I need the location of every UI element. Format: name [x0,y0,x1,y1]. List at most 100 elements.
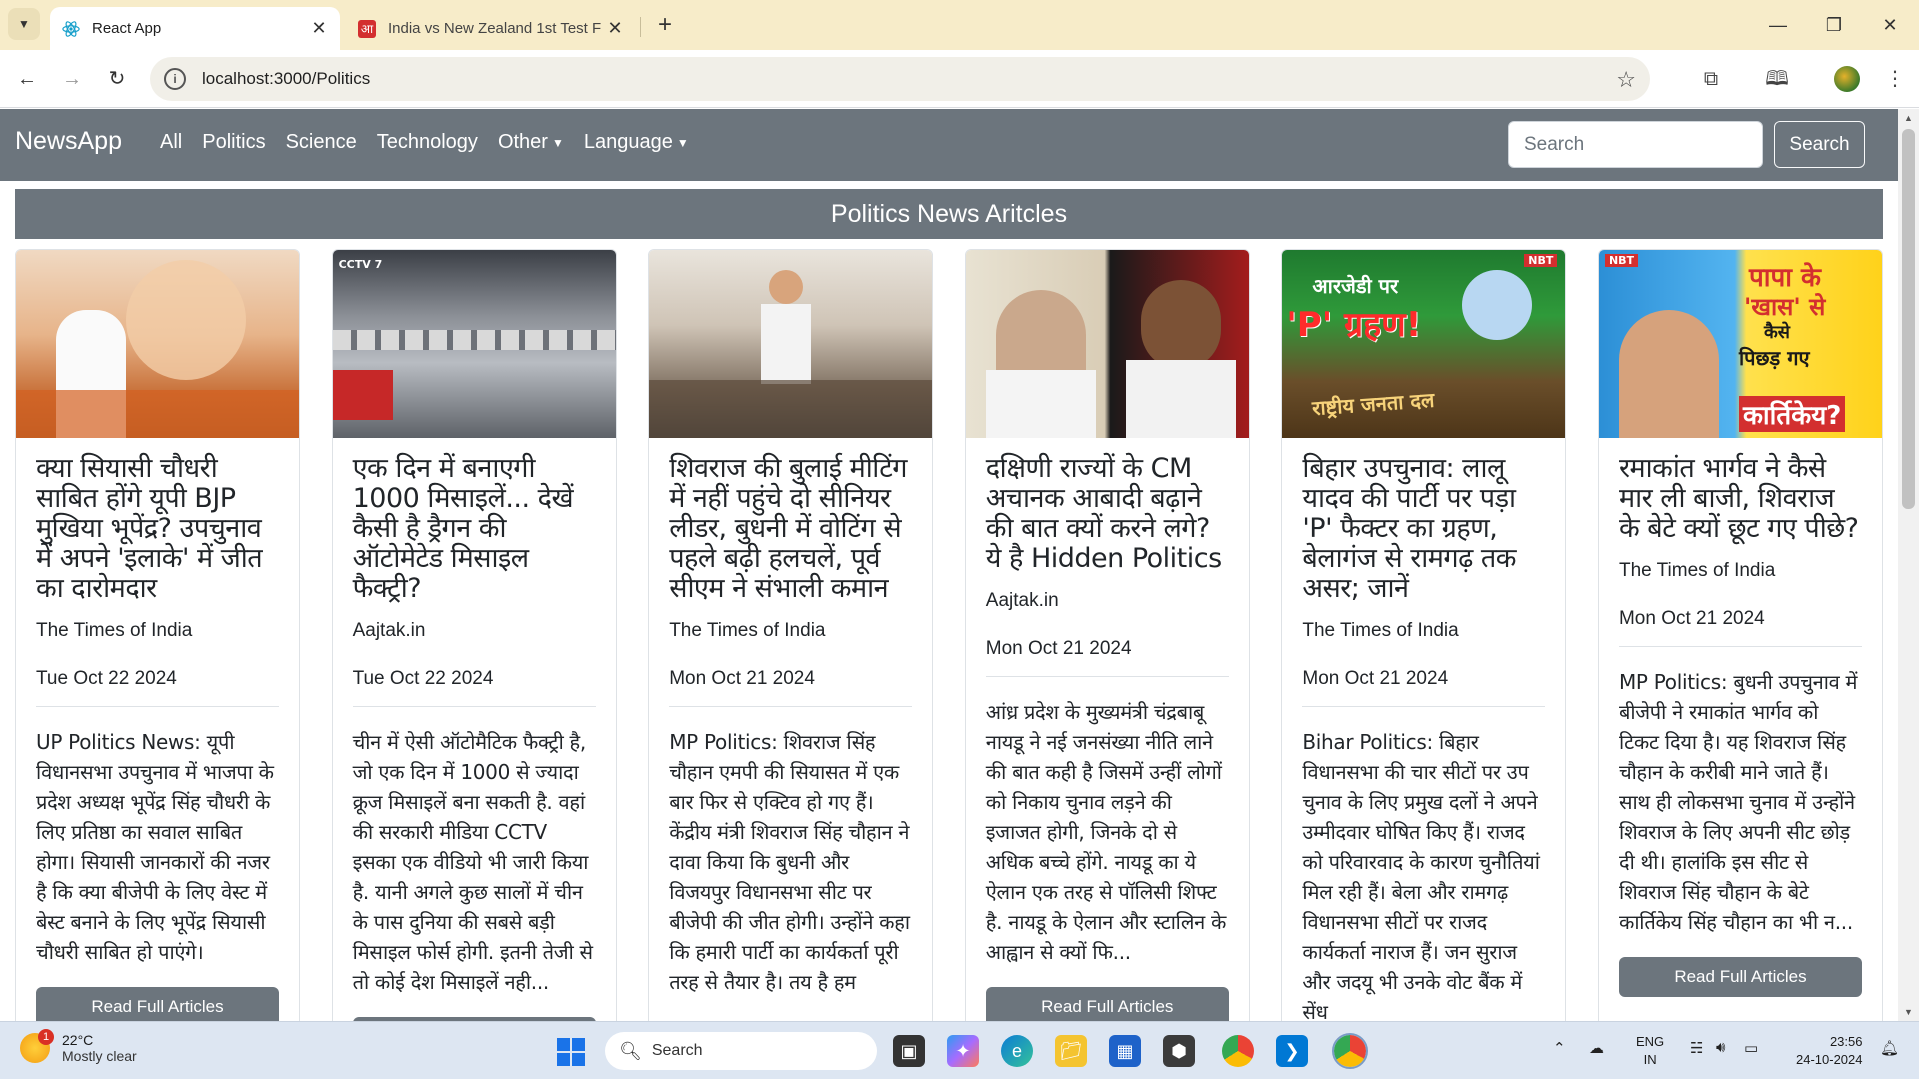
read-full-article-button[interactable]: Read Full Articles [36,987,279,1021]
chevron-up-icon[interactable]: ⌃ [1553,1039,1566,1057]
nav-dropdown-other[interactable]: Other ▼ [488,131,574,154]
app-icon[interactable]: ⬢ [1163,1035,1195,1067]
scroll-down-arrow-icon[interactable]: ▼ [1902,1007,1915,1017]
nav-dropdown-language[interactable]: Language ▼ [574,131,699,154]
search-icon: 🔍︎ [619,1040,642,1061]
image-caption: 'खास' से [1743,293,1826,321]
image-caption: पिछड़ गए [1738,346,1810,370]
close-window-button[interactable]: ✕ [1862,0,1918,50]
tab-cricket-article[interactable]: आ India vs New Zealand 1st Test F ✕ [346,7,636,50]
language-indicator[interactable]: ENG IN [1636,1033,1664,1069]
minimize-button[interactable]: — [1750,0,1806,50]
dropdown-label: Language [583,131,673,153]
new-tab-button[interactable]: + [650,10,680,40]
article-source: The Times of India [669,620,826,641]
read-full-article-button[interactable]: Read Full Articles [985,987,1229,1021]
weather-widget[interactable]: 1 22°C Mostly clear [20,1029,137,1064]
article-title: शिवराज की बुलाई मीटिंग में नहीं पहुंचे द… [669,453,908,604]
weather-sun-icon: 1 [20,1029,54,1063]
clock-date: 24-10-2024 [1796,1052,1863,1067]
language-code: ENG [1636,1034,1665,1049]
article-image[interactable]: NBT पापा के 'खास' से कैसे पिछड़ गए कार्त… [1598,250,1882,438]
windows-start-icon[interactable] [557,1038,585,1066]
article-date: Mon Oct 21 2024 [985,638,1229,677]
article-title: रमाकांत भार्गव ने कैसे मार ली बाजी, शिवर… [1618,453,1859,544]
scroll-up-arrow-icon[interactable]: ▲ [1902,113,1915,123]
card-body: क्या सियासी चौधरी साबित होंगे यूपी BJP म… [16,438,299,1021]
article-card: NBT आरजेडी पर 'P' ग्रहण! राष्ट्रीय जनता … [1281,249,1567,1021]
article-date: Mon Oct 21 2024 [1302,668,1546,707]
tab-divider [640,17,641,37]
maximize-button[interactable]: ❐ [1806,0,1862,50]
article-title: क्या सियासी चौधरी साबित होंगे यूपी BJP म… [36,453,263,604]
address-bar[interactable]: i localhost:3000/Politics ☆ [150,57,1650,101]
article-image[interactable]: NBT आरजेडी पर 'P' ग्रहण! राष्ट्रीय जनता … [1282,250,1566,438]
cloud-icon[interactable]: ☁︎ [1589,1039,1604,1057]
nav-link-all[interactable]: All [150,131,192,154]
nav-link-technology[interactable]: Technology [367,131,488,154]
forward-button[interactable]: → [57,64,87,94]
reading-list-icon[interactable]: 🕮 [1762,64,1792,94]
article-source: The Times of India [1618,560,1776,581]
image-caption: राष्ट्रीय जनता दल [1311,387,1436,421]
vscode-icon[interactable]: ❯ [1276,1035,1308,1067]
notification-bell-icon[interactable]: 🔔︎ [1880,1039,1899,1057]
notification-badge: 1 [38,1029,54,1045]
article-card: NBT पापा के 'खास' से कैसे पिछड़ गए कार्त… [1597,249,1883,1021]
nav-links: All Politics Science Technology Other ▼ L… [150,131,699,154]
bookmark-star-icon[interactable]: ☆ [1616,67,1636,93]
weather-description: Mostly clear [62,1048,137,1064]
page-scrollbar[interactable]: ▲ ▼ [1898,109,1919,1021]
caret-down-icon: ▼ [551,135,564,150]
site-info-icon[interactable]: i [164,68,186,90]
nbt-badge: NBT [1524,254,1558,267]
chrome-icon[interactable] [1222,1035,1254,1067]
copilot-icon[interactable]: ✦ [947,1035,979,1067]
card-body: दक्षिणी राज्यों के CM अचानक आबादी बढ़ाने… [966,438,1249,1021]
task-view-icon[interactable]: ▣ [893,1035,925,1067]
image-caption: पापा के [1748,263,1821,293]
image-caption: 'P' ग्रहण! [1286,305,1422,345]
system-clock[interactable]: 23:56 24-10-2024 [1796,1033,1863,1069]
nav-link-science[interactable]: Science [276,131,367,154]
microsoft-store-icon[interactable]: ▦ [1109,1035,1141,1067]
dropdown-label: Other [497,131,548,153]
nav-link-politics[interactable]: Politics [192,131,275,154]
brand-logo[interactable]: NewsApp [15,127,122,156]
battery-icon[interactable]: ▭ [1744,1039,1758,1057]
article-title: बिहार उपचुनाव: लालू यादव की पार्टी पर पड… [1302,453,1517,604]
card-body: शिवराज की बुलाई मीटिंग में नहीं पहुंचे द… [649,438,932,1013]
news-site-favicon-icon: आ [358,19,376,38]
article-date: Tue Oct 22 2024 [36,668,279,707]
extensions-icon[interactable]: ⧉ [1696,64,1726,94]
article-date: Mon Oct 21 2024 [1618,608,1862,647]
scrollbar-thumb[interactable] [1902,129,1915,509]
volume-icon[interactable]: 🔊︎ [1716,1039,1725,1056]
tab-react-app[interactable]: React App ✕ [50,7,340,50]
article-description: UP Politics News: यूपी विधानसभा उपचुनाव … [36,730,274,964]
article-image[interactable]: CCTV 7 [332,250,616,438]
tab-search-button[interactable]: ▼ [8,8,40,40]
article-grid: क्या सियासी चौधरी साबित होंगे यूपी BJP म… [15,249,1883,1021]
article-image[interactable] [16,250,299,438]
close-tab-icon[interactable]: ✕ [310,18,328,39]
article-source: The Times of India [1302,620,1459,641]
edge-browser-icon[interactable]: e [1001,1035,1033,1067]
file-explorer-icon[interactable]: 📁︎ [1055,1035,1087,1067]
search-input[interactable] [1508,121,1763,168]
reload-button[interactable]: ↻ [102,64,132,94]
chrome-active-icon[interactable] [1332,1033,1368,1069]
wifi-icon[interactable]: ☵ [1690,1039,1703,1057]
close-tab-icon[interactable]: ✕ [606,18,624,39]
more-menu-icon[interactable]: ⋮ [1880,64,1910,94]
taskbar-search-box[interactable]: 🔍︎ Search [605,1032,877,1070]
caret-down-icon: ▼ [676,135,689,150]
search-button[interactable]: Search [1774,121,1865,168]
back-button[interactable]: ← [12,64,42,94]
article-image[interactable] [649,250,933,438]
profile-avatar[interactable] [1834,66,1860,92]
tab-title: React App [92,20,162,37]
read-full-article-button[interactable]: Read Full Articles [1618,957,1862,997]
article-image[interactable] [965,250,1249,438]
article-card: शिवराज की बुलाई मीटिंग में नहीं पहुंचे द… [648,249,934,1021]
